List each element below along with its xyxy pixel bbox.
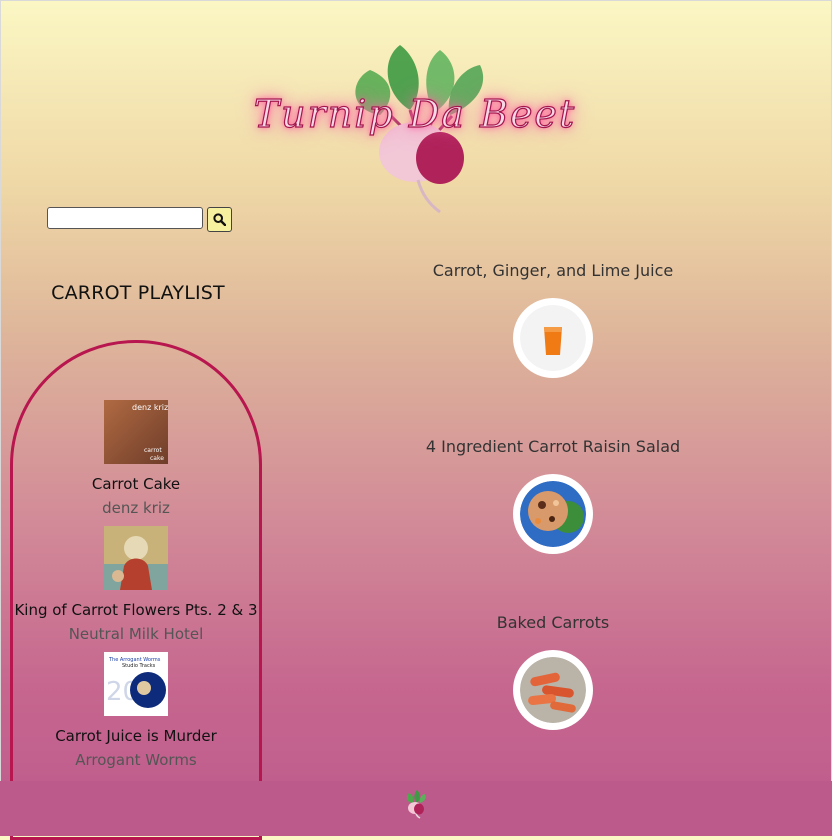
- svg-text:denz kriz: denz kriz: [132, 403, 168, 412]
- playlist-panel: denz kriz carrot cake Carrot Cake denz k…: [10, 340, 262, 840]
- recipe-card[interactable]: Carrot, Ginger, and Lime Juice: [390, 258, 716, 434]
- playlist-track[interactable]: denz kriz carrot cake Carrot Cake denz k…: [13, 400, 259, 520]
- track-artist: denz kriz: [102, 499, 170, 517]
- svg-text:Studio Tracks: Studio Tracks: [122, 663, 156, 669]
- recipe-thumbnail[interactable]: [513, 474, 593, 554]
- recipe-list: Carrot, Ginger, and Lime Juice 4 Ingredi…: [390, 258, 716, 786]
- orange-juice-glass-icon: [520, 305, 586, 371]
- recipe-title[interactable]: Baked Carrots: [390, 610, 716, 636]
- recipe-card[interactable]: Baked Carrots: [390, 610, 716, 786]
- track-song: Carrot Cake: [91, 475, 181, 493]
- svg-text:carrot: carrot: [144, 447, 162, 454]
- footer: [0, 781, 832, 836]
- search-input[interactable]: [47, 207, 203, 229]
- beet-icon[interactable]: [403, 789, 429, 819]
- playlist-track[interactable]: The Arrogant Worms Studio Tracks 20 Carr…: [13, 652, 259, 772]
- recipe-thumbnail[interactable]: [513, 650, 593, 730]
- recipe-title[interactable]: 4 Ingredient Carrot Raisin Salad: [390, 434, 716, 460]
- recipe-thumbnail[interactable]: [513, 298, 593, 378]
- recipe-title[interactable]: Carrot, Ginger, and Lime Juice: [390, 258, 716, 284]
- baked-carrots-icon: [520, 657, 586, 723]
- album-art-arrogant-worms: The Arrogant Worms Studio Tracks 20: [104, 652, 168, 716]
- playlist-track[interactable]: King of Carrot Flowers Pts. 2 & 3 Neutra…: [13, 526, 259, 646]
- recipe-card[interactable]: 4 Ingredient Carrot Raisin Salad: [390, 434, 716, 610]
- album-art-aeroplane: [104, 526, 168, 590]
- album-art-carrot-cake: denz kriz carrot cake: [104, 400, 168, 464]
- search-bar: [47, 207, 232, 232]
- playlist-title: CARROT PLAYLIST: [51, 282, 225, 304]
- site-logo[interactable]: Turnip Da Beet: [200, 40, 630, 215]
- logo-text: Turnip Da Beet: [253, 91, 577, 136]
- carrot-raisin-salad-icon: [520, 481, 586, 547]
- track-artist: Arrogant Worms: [75, 751, 197, 769]
- track-song: Carrot Juice is Murder: [55, 727, 217, 745]
- search-icon: [213, 213, 226, 226]
- search-button[interactable]: [207, 207, 232, 232]
- track-artist: Neutral Milk Hotel: [68, 625, 204, 643]
- svg-text:cake: cake: [150, 455, 164, 462]
- track-song: King of Carrot Flowers Pts. 2 & 3: [14, 601, 258, 619]
